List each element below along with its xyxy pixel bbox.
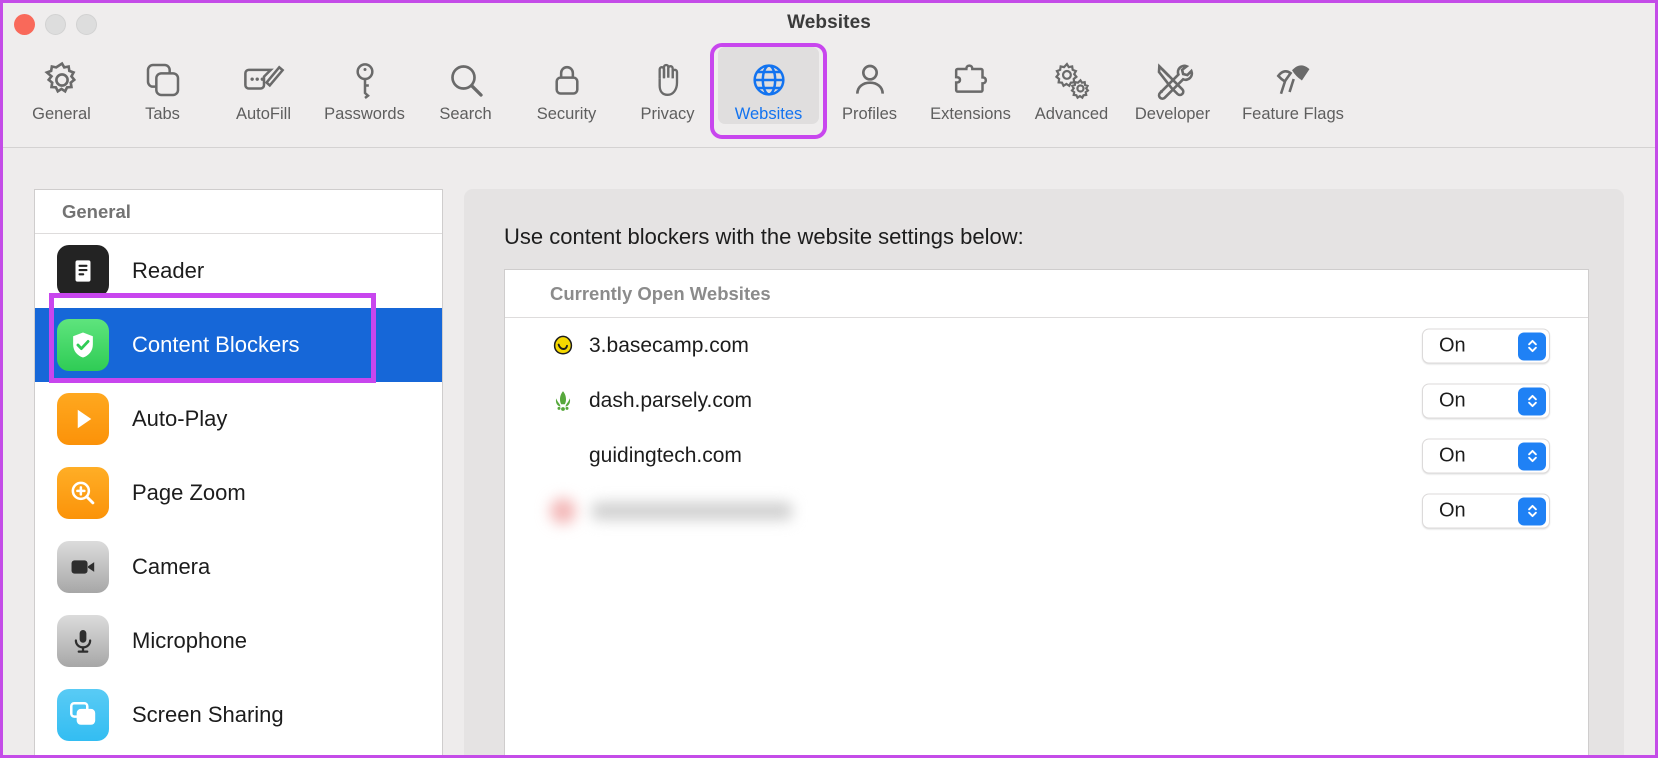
table-row[interactable]: On — [505, 483, 1588, 538]
sidebar-item-label: Camera — [132, 554, 211, 579]
key-icon — [314, 56, 415, 104]
website-host: 3.basecamp.com — [589, 333, 749, 357]
gear-icon — [11, 56, 112, 104]
play-icon — [57, 393, 109, 445]
toolbar-item-advanced[interactable]: Advanced — [1021, 47, 1122, 124]
toolbar-label: Extensions — [930, 105, 1011, 123]
content-blocker-state-dropdown[interactable]: On — [1422, 328, 1550, 363]
toolbar-label: Advanced — [1034, 105, 1109, 123]
sidebar-item-label: Content Blockers — [132, 332, 300, 357]
dropdown-value: On — [1439, 389, 1466, 411]
toolbar-label: Security — [536, 105, 597, 123]
hand-icon — [617, 56, 718, 104]
chevron-updown-icon[interactable] — [1518, 442, 1546, 470]
parsely-favicon — [550, 388, 576, 414]
toolbar-label: Feature Flags — [1242, 105, 1344, 123]
toolbar-item-websites[interactable]: Websites — [710, 43, 827, 139]
microphone-icon — [57, 615, 109, 667]
sidebar-item-page-zoom[interactable]: Page Zoom — [35, 456, 442, 530]
toolbar-label: Privacy — [640, 105, 695, 123]
toolbar-label: General — [32, 105, 91, 123]
toolbar-item-extensions[interactable]: Extensions — [920, 47, 1021, 124]
toolbar-label: Passwords — [324, 105, 405, 123]
chevron-updown-icon[interactable] — [1518, 387, 1546, 415]
titlebar: Websites — [3, 3, 1655, 47]
chevron-updown-icon[interactable] — [1518, 332, 1546, 360]
website-host: guidingtech.com — [589, 443, 742, 467]
no-favicon — [550, 443, 576, 469]
tabs-icon — [112, 56, 213, 104]
toolbar-item-feature-flags[interactable]: Feature Flags — [1223, 47, 1363, 124]
shield-check-icon — [57, 319, 109, 371]
tools-icon — [1122, 56, 1223, 104]
toolbar-item-profiles[interactable]: Profiles — [819, 47, 920, 124]
safari-preferences-window: Websites General Tabs AutoFill Passwords… — [0, 0, 1658, 758]
basecamp-favicon — [550, 333, 576, 359]
sidebar-item-auto-play[interactable]: Auto-Play — [35, 382, 442, 456]
sidebar-item-label: Microphone — [132, 628, 247, 653]
sidebar-item-label: Auto-Play — [132, 406, 228, 431]
websites-sidebar: General Reader Content Blockers Auto-Pla… — [34, 189, 443, 755]
person-icon — [819, 56, 920, 104]
magnifier-plus-icon — [57, 467, 109, 519]
puzzle-icon — [920, 56, 1021, 104]
website-host: dash.parsely.com — [589, 388, 753, 412]
website-host-redacted — [592, 501, 792, 520]
search-icon — [415, 56, 516, 104]
flags-icon — [1223, 56, 1363, 104]
sidebar-item-camera[interactable]: Camera — [35, 530, 442, 604]
reader-icon — [57, 245, 109, 297]
sidebar-item-screen-sharing[interactable]: Screen Sharing — [35, 678, 442, 752]
toolbar-label: Websites — [734, 105, 803, 123]
sidebar-item-label: Reader — [132, 258, 205, 283]
content-blockers-panel: Use content blockers with the website se… — [464, 189, 1624, 755]
screen-sharing-icon — [57, 689, 109, 741]
window-chrome: Websites General Tabs AutoFill Passwords… — [3, 3, 1655, 755]
toolbar-label: AutoFill — [235, 105, 292, 123]
toolbar-item-developer[interactable]: Developer — [1122, 47, 1223, 124]
panel-heading: Use content blockers with the website se… — [504, 224, 1024, 249]
sidebar-list: Reader Content Blockers Auto-Play Page Z… — [35, 234, 442, 752]
table-section-header: Currently Open Websites — [505, 270, 1588, 318]
content-blocker-state-dropdown[interactable]: On — [1422, 493, 1550, 528]
toolbar-item-autofill[interactable]: AutoFill — [213, 47, 314, 124]
table-row[interactable]: guidingtech.com On — [505, 428, 1588, 483]
sidebar-section-header: General — [35, 190, 442, 234]
toolbar-label: Search — [439, 105, 492, 123]
content-blocker-state-dropdown[interactable]: On — [1422, 383, 1550, 418]
table-row[interactable]: 3.basecamp.com On — [505, 318, 1588, 373]
sidebar-item-label: Screen Sharing — [132, 702, 284, 727]
content-blocker-state-dropdown[interactable]: On — [1422, 438, 1550, 473]
table-row[interactable]: dash.parsely.com On — [505, 373, 1588, 428]
sidebar-item-microphone[interactable]: Microphone — [35, 604, 442, 678]
dropdown-value: On — [1439, 334, 1466, 356]
preferences-toolbar: General Tabs AutoFill Passwords Search S… — [3, 43, 1655, 148]
chevron-updown-icon[interactable] — [1518, 497, 1546, 525]
toolbar-label: Tabs — [145, 105, 180, 123]
toolbar-item-general[interactable]: General — [11, 47, 112, 124]
toolbar-label: Profiles — [841, 105, 898, 123]
websites-table: Currently Open Websites 3.basecamp.com O… — [504, 269, 1589, 755]
autofill-icon — [213, 56, 314, 104]
window-title: Websites — [787, 12, 871, 33]
toolbar-item-tabs[interactable]: Tabs — [112, 47, 213, 124]
dropdown-value: On — [1439, 499, 1466, 521]
sidebar-item-label: Page Zoom — [132, 480, 246, 505]
toolbar-item-security[interactable]: Security — [516, 47, 617, 124]
camera-icon — [57, 541, 109, 593]
toolbar-label: Developer — [1134, 105, 1211, 123]
preferences-content: General Reader Content Blockers Auto-Pla… — [3, 148, 1655, 755]
toolbar-item-search[interactable]: Search — [415, 47, 516, 124]
redacted-favicon — [550, 497, 576, 524]
sidebar-item-content-blockers[interactable]: Content Blockers — [35, 308, 442, 382]
toolbar-item-privacy[interactable]: Privacy — [617, 47, 718, 124]
sidebar-item-reader[interactable]: Reader — [35, 234, 442, 308]
globe-icon — [718, 56, 819, 104]
toolbar-item-passwords[interactable]: Passwords — [314, 47, 415, 124]
dropdown-value: On — [1439, 444, 1466, 466]
gears-icon — [1021, 56, 1122, 104]
lock-icon — [516, 56, 617, 104]
